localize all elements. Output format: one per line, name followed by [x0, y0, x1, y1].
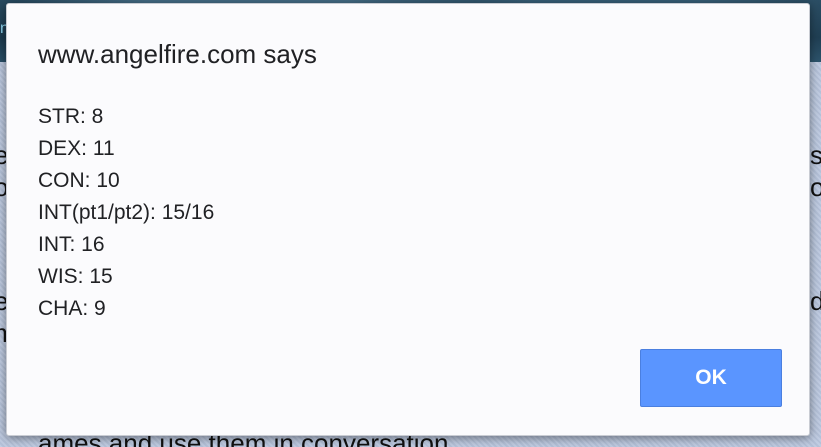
stat-line-con: CON: 10 [38, 169, 120, 192]
stat-line-wis: WIS: 15 [38, 265, 113, 288]
alert-dialog: www.angelfire.com says STR: 8 DEX: 11 CO… [6, 3, 810, 436]
ok-button[interactable]: OK [640, 349, 782, 407]
stat-line-cha: CHA: 9 [38, 297, 106, 320]
dialog-title: www.angelfire.com says [38, 39, 317, 69]
stat-line-int-parts: INT(pt1/pt2): 15/16 [38, 201, 215, 224]
background-text-fragment: o [810, 172, 821, 202]
stat-line-dex: DEX: 11 [38, 137, 115, 160]
stat-line-int: INT: 16 [38, 233, 105, 256]
dialog-message: STR: 8 DEX: 11 CON: 10 INT(pt1/pt2): 15/… [38, 101, 214, 325]
background-text-fragment: d [810, 286, 821, 316]
background-text-fragment: s [810, 140, 821, 170]
stat-line-str: STR: 8 [38, 105, 104, 128]
